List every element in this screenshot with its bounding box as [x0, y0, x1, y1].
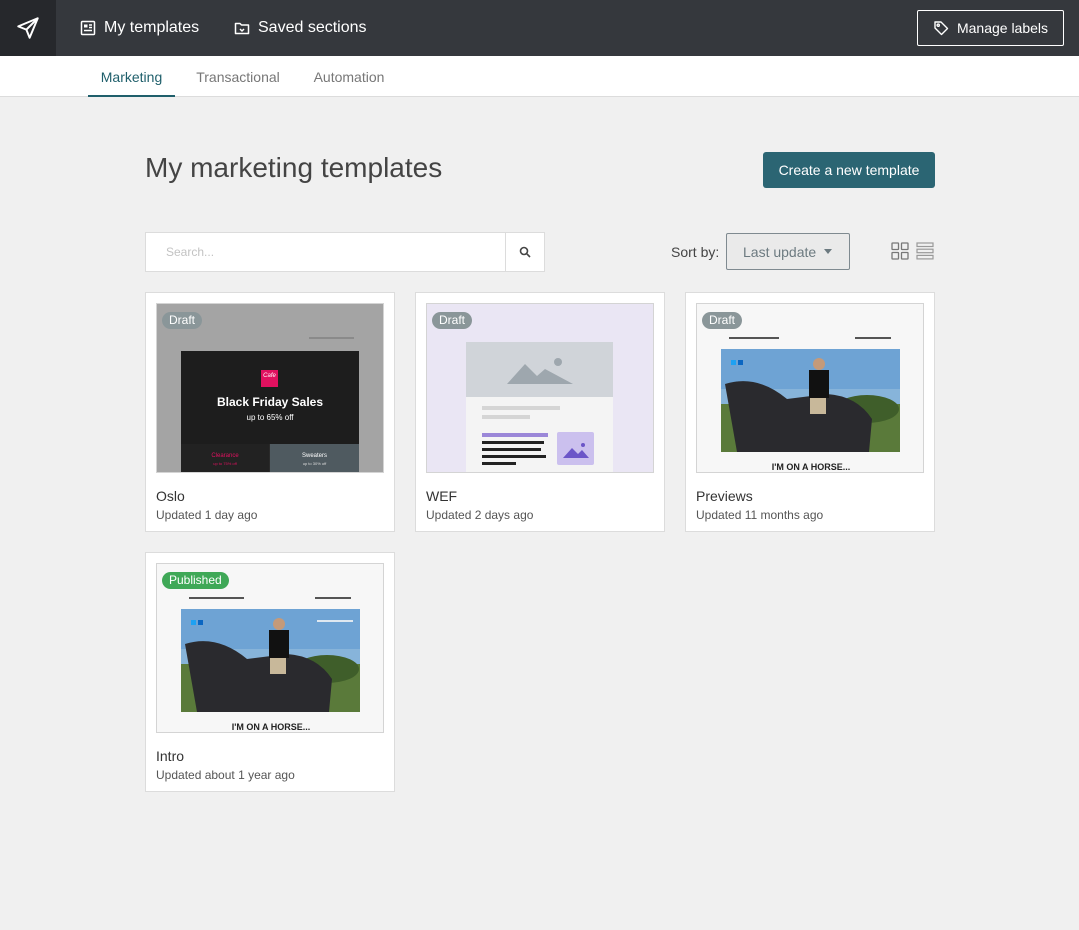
- sort-dropdown[interactable]: Last update: [726, 233, 850, 270]
- tab-bar: Marketing Transactional Automation: [0, 56, 1079, 97]
- sort-label: Sort by:: [671, 244, 720, 260]
- top-bar: My templates Saved sections Manage label…: [0, 0, 1079, 56]
- oslo-right-block: Sweaters: [301, 453, 327, 459]
- manage-labels-label: Manage labels: [956, 20, 1049, 36]
- page-title: My marketing templates: [145, 152, 443, 183]
- template-name: Oslo: [156, 488, 185, 504]
- manage-labels-button[interactable]: Manage labels: [917, 10, 1064, 46]
- tag-icon: [933, 20, 949, 36]
- template-icon: [80, 20, 96, 36]
- sort-value: Last update: [743, 243, 817, 260]
- preview-caption: I'M ON A HORSE...: [771, 462, 851, 472]
- list-view-icon[interactable]: [916, 242, 934, 260]
- template-preview: Draft: [426, 303, 654, 473]
- oslo-logo-text: Cafe: [263, 373, 276, 379]
- template-card-wef[interactable]: Draft WEF Updated 2 days ago: [415, 292, 665, 532]
- status-badge: Published: [162, 572, 229, 589]
- template-updated: Updated 2 days ago: [426, 508, 534, 522]
- template-updated: Updated 11 months ago: [696, 508, 824, 522]
- horse-photo-preview: [157, 564, 383, 732]
- template-name: Previews: [696, 488, 753, 504]
- folder-icon: [234, 20, 250, 36]
- template-preview: I'M ON A HORSE... Published: [156, 563, 384, 733]
- horse-photo-preview: [697, 304, 923, 472]
- tab-transactional[interactable]: Transactional: [186, 56, 290, 97]
- search-button[interactable]: [505, 233, 544, 271]
- status-badge: Draft: [162, 312, 203, 329]
- paper-plane-icon: [17, 17, 39, 39]
- status-badge: Draft: [702, 312, 743, 329]
- oslo-subline: up to 65% off: [246, 413, 294, 422]
- create-template-button[interactable]: Create a new template: [763, 152, 935, 188]
- nav-my-templates-label: My templates: [104, 19, 200, 36]
- oslo-right-sub: up to 30% off: [302, 461, 327, 466]
- template-name: Intro: [156, 748, 185, 764]
- oslo-left-sub: up to 75% off: [213, 461, 237, 466]
- template-updated: Updated about 1 year ago: [156, 768, 295, 782]
- template-card-oslo[interactable]: Cafe Black Friday Sales up to 65% off Cl…: [145, 292, 395, 532]
- search-box: [145, 232, 545, 272]
- caret-down-icon: [824, 249, 832, 254]
- nav-saved-sections-label: Saved sections: [258, 19, 367, 36]
- tab-marketing[interactable]: Marketing: [88, 56, 175, 97]
- template-preview: Cafe Black Friday Sales up to 65% off Cl…: [156, 303, 384, 473]
- app-logo[interactable]: [0, 0, 56, 56]
- template-name: WEF: [426, 488, 458, 504]
- grid-view-icon[interactable]: [891, 242, 909, 260]
- nav-my-templates[interactable]: My templates: [80, 0, 199, 56]
- template-card-intro[interactable]: I'M ON A HORSE... Published Intro Update…: [145, 552, 395, 792]
- status-badge: Draft: [432, 312, 473, 329]
- oslo-headline: Black Friday Sales: [216, 395, 324, 409]
- preview-caption: I'M ON A HORSE...: [231, 722, 311, 732]
- oslo-preview-image: [157, 304, 383, 472]
- oslo-left-block: Clearance: [211, 453, 239, 459]
- search-icon: [519, 246, 531, 258]
- template-card-previews[interactable]: I'M ON A HORSE... Draft Previews Updated…: [685, 292, 935, 532]
- tab-automation[interactable]: Automation: [302, 56, 396, 97]
- placeholder-template-image: [427, 304, 653, 472]
- template-preview: I'M ON A HORSE... Draft: [696, 303, 924, 473]
- nav-saved-sections[interactable]: Saved sections: [234, 0, 367, 56]
- search-input[interactable]: [146, 233, 505, 271]
- template-updated: Updated 1 day ago: [156, 508, 258, 522]
